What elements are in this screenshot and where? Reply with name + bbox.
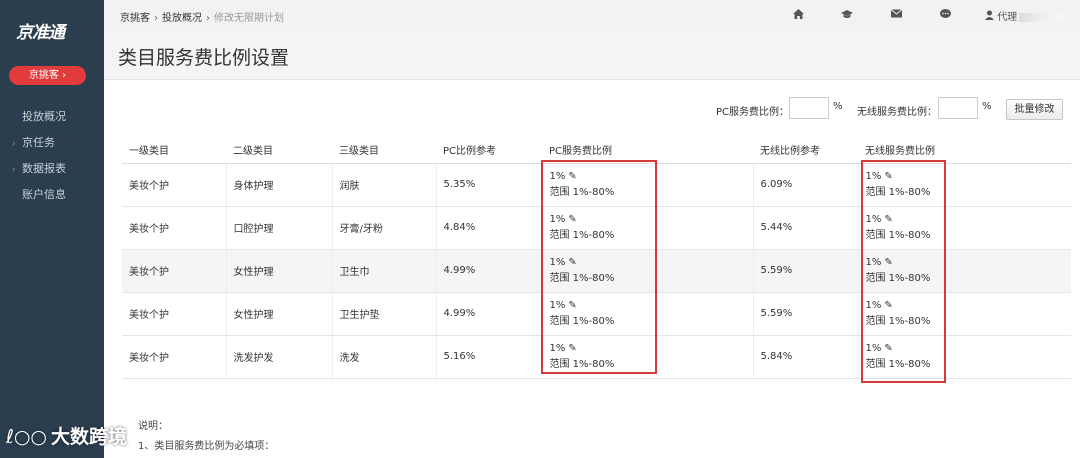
cell-mobile-ref: 5.59% [752,292,858,336]
cell-pc-ref: 5.16% [435,335,542,379]
watermark-text: 大数跨境 [51,426,128,448]
chevron-right-icon: › [154,13,158,24]
watermark: ℓ○○ 大数跨境 [6,422,127,449]
cell-level2: 口腔护理 [225,206,332,250]
sidebar-item-reports[interactable]: › 数据报表 [12,160,102,176]
cell-mobile-ref: 5.44% [752,206,858,250]
sidebar-item-label: 投放概况 [22,110,66,123]
cell-pc-ref: 4.99% [435,292,542,336]
cell-pc-ref: 5.35% [435,163,542,207]
sidebar-item-account[interactable]: 账户信息 [12,186,102,202]
mobile-rate-highlight-box [861,160,946,383]
pc-rate-unit: % [833,101,843,112]
cell-pc-ref: 4.99% [435,249,542,293]
mobile-rate-input[interactable] [938,97,978,119]
redacted-name [1019,12,1065,22]
cell-level1: 美妆个护 [122,163,226,207]
watermark-logo-icon: ℓ○○ [6,426,48,448]
top-bar: 京挑客 › 投放概况 › 修改无限期计划 [104,0,1080,32]
cell-level3: 卫生巾 [331,249,436,293]
cell-level1: 美妆个护 [122,249,226,293]
chevron-right-icon: › [12,139,16,149]
pc-rate-input[interactable] [789,97,829,119]
mobile-rate-label: 无线服务费比例： [857,107,937,118]
page-title: 类目服务费比例设置 [118,47,290,69]
notes-title: 说明： [138,421,168,432]
chat-icon[interactable] [938,8,952,22]
notes: 说明： 1、类目服务费比例为必填项： [138,417,274,457]
col-header-level3: 三级类目 [332,137,436,164]
cell-level1: 美妆个护 [122,206,226,250]
cell-level3: 洗发 [331,335,436,379]
chevron-right-icon: › [12,165,16,175]
col-header-pc-ref: PC比例参考 [436,137,542,164]
home-icon[interactable] [791,8,805,22]
sidebar-item-label: 数据报表 [22,162,66,175]
cell-mobile-ref: 5.59% [752,249,858,293]
breadcrumb-link-overview[interactable]: 投放概况 [162,13,202,24]
graduation-cap-icon[interactable] [840,8,854,22]
cell-level1: 美妆个护 [122,292,226,336]
mobile-rate-unit: % [982,101,992,112]
cell-level2: 身体护理 [225,163,332,207]
jingtiaoke-button[interactable]: 京挑客 › [9,66,86,85]
pc-rate-label: PC服务费比例： [716,107,790,118]
col-header-mobile-ref: 无线比例参考 [753,137,858,164]
sidebar-item-overview[interactable]: 投放概况 [12,108,102,124]
sidebar: 京准通 京挑客 › 投放概况 › 京任务 › 数据报表 账户信息 [0,0,104,458]
col-header-level2: 二级类目 [226,137,332,164]
sidebar-item-label: 京任务 [22,136,55,149]
cell-level3: 润肤 [331,163,436,207]
cell-level3: 卫生护垫 [331,292,436,336]
cell-mobile-ref: 6.09% [752,163,858,207]
user-name: 代理 [997,12,1018,23]
cell-level1: 美妆个护 [122,335,226,379]
user-icon [985,10,994,23]
mail-icon[interactable] [889,8,903,22]
cell-level2: 女性护理 [225,249,332,293]
cell-mobile-ref: 5.84% [752,335,858,379]
sidebar-item-tasks[interactable]: › 京任务 [12,134,102,150]
breadcrumb-current: 修改无限期计划 [214,13,284,24]
cell-level2: 洗发护发 [225,335,332,379]
title-bar: 类目服务费比例设置 [104,32,1080,80]
cell-level2: 女性护理 [225,292,332,336]
breadcrumb: 京挑客 › 投放概况 › 修改无限期计划 [120,9,284,24]
pc-rate-highlight-box [541,160,657,374]
notes-line-1: 1、类目服务费比例为必填项： [138,441,275,452]
sidebar-item-label: 账户信息 [22,188,66,201]
cell-pc-ref: 4.84% [435,206,542,250]
chevron-right-icon: › [206,13,210,24]
logo: 京准通 [16,23,65,43]
batch-modify-button[interactable]: 批量修改 [1006,99,1063,120]
col-header-level1: 一级类目 [122,137,226,164]
user-menu[interactable]: 代理 [985,8,1065,23]
cell-level3: 牙膏/牙粉 [331,206,436,250]
breadcrumb-link-home[interactable]: 京挑客 [120,13,150,24]
